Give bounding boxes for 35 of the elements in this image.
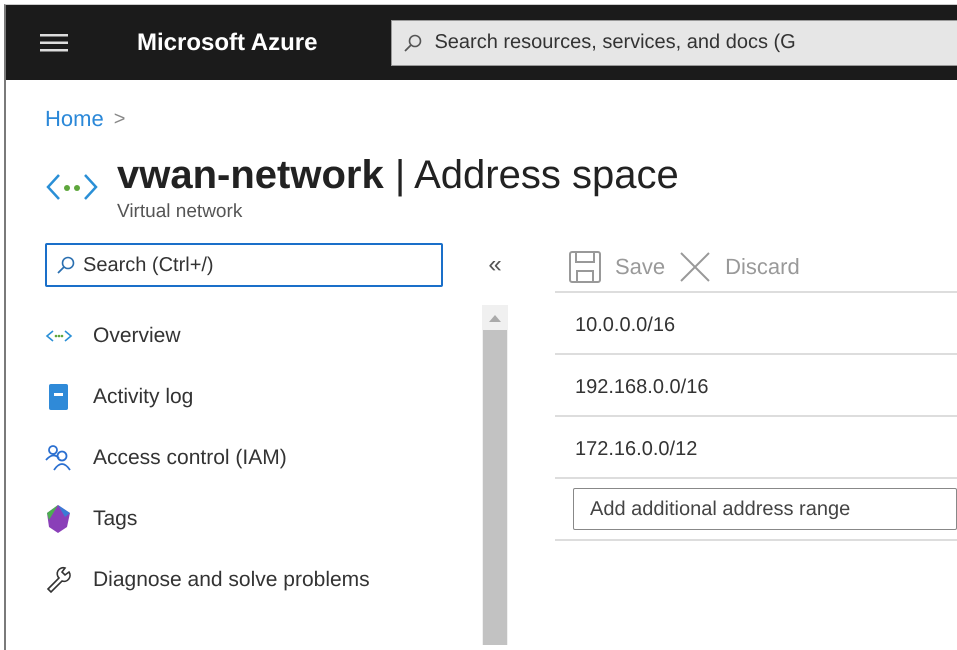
sidebar-item-label: Tags — [93, 506, 138, 530]
sidebar-item-label: Overview — [93, 324, 181, 348]
search-icon — [57, 256, 75, 274]
search-field[interactable]: Search (Ctrl+/) — [45, 243, 443, 287]
close-icon — [679, 251, 712, 283]
sidebar-item[interactable]: Access control (IAM) — [45, 427, 443, 488]
search-field[interactable]: Search resources, services, and docs (G — [391, 20, 957, 66]
breadcrumb-separator: > — [114, 108, 126, 130]
address-range: 192.168.0.0/16 — [575, 376, 708, 398]
sidebar-item-label: Activity log — [93, 384, 194, 408]
sidebar-item[interactable]: Diagnose and solve problems — [45, 549, 443, 610]
sidebar-item-label: Diagnose and solve problems — [93, 568, 370, 592]
save-icon — [569, 251, 601, 283]
sidebar-item[interactable]: Activity log — [45, 366, 443, 427]
brand-title[interactable]: Microsoft Azure — [137, 28, 318, 56]
network-icon — [45, 328, 73, 344]
address-range: 172.16.0.0/12 — [575, 438, 698, 460]
wrench-icon — [45, 566, 71, 594]
menu-icon — [40, 34, 68, 52]
page-title: vwan-network | Address space — [117, 152, 679, 199]
search-input[interactable]: Search (Ctrl+/) — [83, 254, 441, 276]
menu-button[interactable] — [40, 34, 68, 52]
breadcrumb-link[interactable]: Home — [45, 106, 104, 132]
people-icon — [45, 444, 71, 470]
sidebar-item[interactable]: Tags — [45, 488, 443, 549]
page-subtitle: Virtual network — [117, 201, 244, 223]
scroll-up-icon — [489, 315, 501, 322]
sidebar-item[interactable]: Overview — [45, 305, 443, 366]
address-range: 10.0.0.0/16 — [575, 314, 676, 336]
collapse-button[interactable]: « — [488, 243, 502, 287]
search-icon — [404, 34, 422, 52]
tag-icon — [45, 504, 71, 532]
search-input[interactable]: Search resources, services, and docs (G — [434, 31, 957, 54]
sidebar-item-label: Access control (IAM) — [93, 446, 287, 470]
input-field[interactable]: Add additional address range — [573, 488, 957, 530]
